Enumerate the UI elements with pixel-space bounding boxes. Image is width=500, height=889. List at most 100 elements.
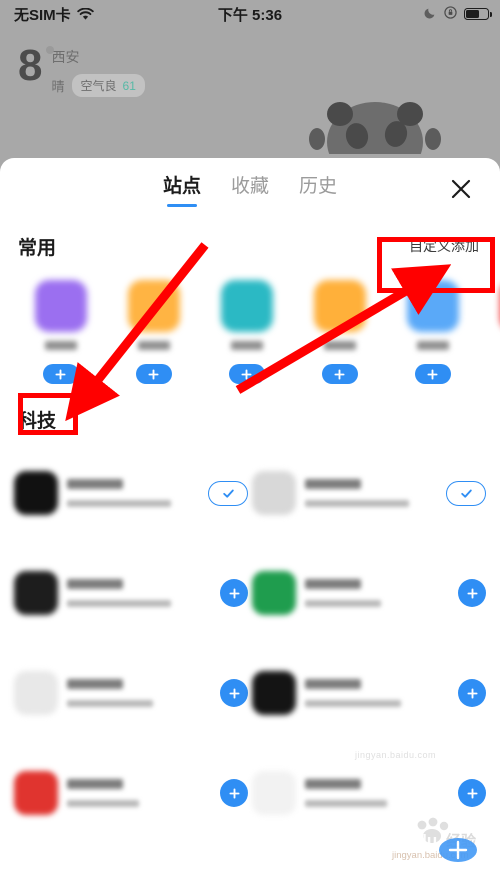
site-text xyxy=(305,579,449,607)
site-title-blurred xyxy=(67,779,123,789)
common-icon-row xyxy=(0,268,500,384)
site-text xyxy=(67,579,211,607)
add-site-button[interactable] xyxy=(458,679,486,707)
list-item-action[interactable] xyxy=(220,779,248,807)
common-item-2[interactable] xyxy=(107,280,200,384)
list-item-action[interactable] xyxy=(458,679,486,707)
weather-city: 西安 xyxy=(51,49,80,65)
phone-screen: 无SIM卡 下午 5:36 8 西安 晴 空气良 61 站点 收藏 历史 常用 … xyxy=(0,0,500,889)
battery-icon xyxy=(464,8,492,20)
add-site-button[interactable] xyxy=(458,579,486,607)
list-item[interactable] xyxy=(14,743,252,843)
site-label-blurred xyxy=(323,341,356,350)
site-subtitle-blurred xyxy=(305,700,401,707)
site-title-blurred xyxy=(305,679,361,689)
watermark-baidu-jingyan: Baidu 经验 jingyan.baidu.com xyxy=(390,817,477,862)
site-icon xyxy=(252,771,296,815)
list-item-action[interactable] xyxy=(220,679,248,707)
list-item[interactable] xyxy=(252,443,490,543)
add-site-button[interactable] xyxy=(220,779,248,807)
site-icon xyxy=(252,671,296,715)
common-item-4[interactable] xyxy=(293,280,386,384)
add-site-button[interactable] xyxy=(42,364,79,384)
add-site-button[interactable] xyxy=(414,364,451,384)
tech-section-title: 科技 xyxy=(18,411,57,432)
add-site-button[interactable] xyxy=(220,679,248,707)
weather-temperature: 8 xyxy=(18,44,55,88)
list-item[interactable] xyxy=(14,643,252,743)
site-label-blurred xyxy=(230,341,263,350)
aqi-badge: 空气良 61 xyxy=(71,74,145,97)
status-bar-left: 无SIM卡 xyxy=(14,4,94,25)
weather-condition: 晴 xyxy=(51,79,65,94)
list-item[interactable] xyxy=(14,443,252,543)
site-icon xyxy=(406,280,459,332)
site-subtitle-blurred xyxy=(305,600,381,607)
tab-favorites[interactable]: 收藏 xyxy=(231,171,269,207)
site-label-blurred xyxy=(44,341,77,350)
close-icon[interactable] xyxy=(448,176,474,202)
site-text xyxy=(305,479,437,507)
site-label-blurred xyxy=(137,341,170,350)
site-subtitle-blurred xyxy=(67,800,139,807)
add-site-button[interactable] xyxy=(135,364,172,384)
sheet-header: 站点 收藏 历史 xyxy=(0,158,500,220)
svg-text:Baidu: Baidu xyxy=(390,831,437,850)
site-subtitle-blurred xyxy=(67,600,171,607)
weather-widget[interactable]: 8 西安 晴 空气良 61 xyxy=(18,44,145,97)
watermark-center-text: jingyan.baidu.com xyxy=(355,750,437,760)
add-site-button[interactable] xyxy=(458,779,486,807)
list-item[interactable] xyxy=(252,643,490,743)
carrier-label: 无SIM卡 xyxy=(14,6,71,24)
site-icon xyxy=(313,280,366,332)
site-text xyxy=(67,479,199,507)
add-site-button[interactable] xyxy=(321,364,358,384)
rotation-lock-icon xyxy=(444,5,457,23)
site-icon xyxy=(14,571,58,615)
site-icon xyxy=(34,280,87,332)
common-section-header: 常用 自定义添加 xyxy=(0,224,500,268)
moon-icon xyxy=(424,6,437,23)
site-text xyxy=(67,779,211,807)
site-subtitle-blurred xyxy=(67,500,171,507)
add-site-button[interactable] xyxy=(228,364,265,384)
site-label-blurred xyxy=(416,341,449,350)
panda-illustration xyxy=(309,102,441,154)
site-icon xyxy=(14,671,58,715)
added-check-button[interactable] xyxy=(208,480,248,506)
site-icon xyxy=(14,771,58,815)
site-text xyxy=(305,679,449,707)
common-item-6[interactable] xyxy=(479,280,500,384)
aqi-label: 空气良 xyxy=(80,79,117,93)
custom-add-button[interactable]: 自定义添加 xyxy=(406,231,482,261)
common-item-3[interactable] xyxy=(200,280,293,384)
added-check-button[interactable] xyxy=(446,480,486,506)
weather-info: 西安 晴 空气良 61 xyxy=(51,44,145,97)
list-item-action[interactable] xyxy=(446,480,486,506)
weather-detail-row: 晴 空气良 61 xyxy=(51,74,145,97)
common-item-5[interactable] xyxy=(386,280,479,384)
site-title-blurred xyxy=(67,579,123,589)
sheet-tabs: 站点 收藏 历史 xyxy=(163,171,337,207)
site-subtitle-blurred xyxy=(305,800,387,807)
tab-history[interactable]: 历史 xyxy=(299,171,337,207)
site-text xyxy=(67,679,211,707)
wifi-icon xyxy=(76,7,94,21)
site-title-blurred xyxy=(305,779,361,789)
site-icon xyxy=(127,280,180,332)
site-title-blurred xyxy=(305,479,361,489)
list-item-action[interactable] xyxy=(208,480,248,506)
list-item-action[interactable] xyxy=(220,579,248,607)
list-item[interactable] xyxy=(14,543,252,643)
site-title-blurred xyxy=(305,579,361,589)
site-subtitle-blurred xyxy=(305,500,409,507)
add-site-button[interactable] xyxy=(220,579,248,607)
site-title-blurred xyxy=(67,679,123,689)
list-item-action[interactable] xyxy=(458,579,486,607)
common-item-1[interactable] xyxy=(14,280,107,384)
list-item[interactable] xyxy=(252,543,490,643)
tab-sites[interactable]: 站点 xyxy=(163,171,201,207)
site-text xyxy=(305,779,449,807)
site-icon xyxy=(252,571,296,615)
list-item-action[interactable] xyxy=(458,779,486,807)
